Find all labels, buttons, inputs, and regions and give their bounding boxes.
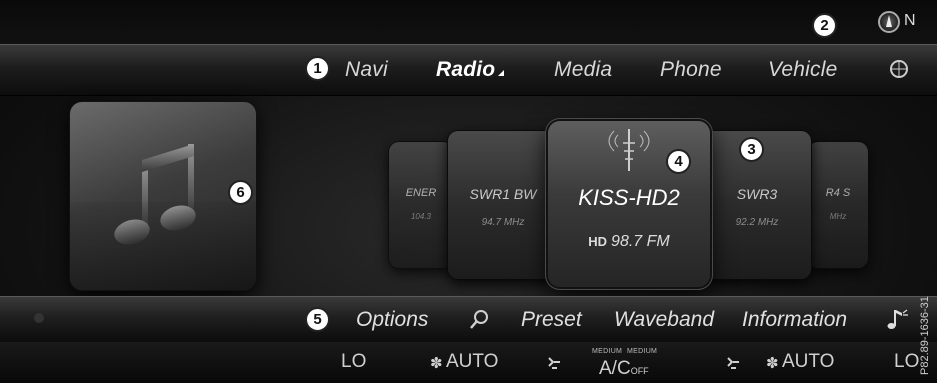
- menu-item-navi[interactable]: Navi: [345, 58, 388, 82]
- callout-marker: 4: [666, 149, 691, 174]
- station-frequency: 94.7 MHz: [481, 217, 525, 228]
- airflow-level-label: MEDIUM: [627, 348, 658, 355]
- station-tile[interactable]: ENER 104.3: [389, 142, 453, 268]
- status-bar: 2 N: [0, 0, 937, 44]
- compass-direction: N: [904, 12, 916, 29]
- indicator-dot: [34, 313, 44, 323]
- station-tile[interactable]: SWR1 BW 94.7 MHz: [448, 131, 558, 279]
- options-bar: 5 Options Preset Waveband Information: [0, 296, 937, 343]
- information-button[interactable]: Information: [742, 308, 847, 332]
- left-fan-mode[interactable]: AUTO: [446, 351, 498, 373]
- search-icon[interactable]: [468, 308, 490, 332]
- menu-item-radio[interactable]: Radio: [436, 58, 505, 82]
- station-name: SWR3: [736, 186, 778, 202]
- right-fan-mode[interactable]: AUTO: [782, 351, 834, 373]
- ac-label: A/C: [599, 358, 631, 379]
- callout-marker: 3: [739, 137, 764, 162]
- ac-state: OFF: [630, 366, 649, 376]
- callout-marker: 5: [305, 307, 330, 332]
- station-name: SWR1 BW: [469, 186, 537, 202]
- station-frequency: MHz: [829, 212, 847, 221]
- station-name: R4 S: [825, 187, 851, 199]
- waveband-button[interactable]: Waveband: [614, 308, 714, 332]
- compass-icon: [878, 11, 900, 33]
- current-station-frequency-row: HD 98.7 FM: [548, 233, 710, 251]
- figure-reference-code: P82.89-1636-31: [919, 296, 931, 375]
- station-name: ENER: [405, 187, 437, 199]
- submenu-caret-icon: [498, 70, 505, 76]
- fan-icon: ✽: [766, 355, 779, 372]
- climate-bar: LO ✽ AUTO MEDIUM MEDIUM A/COFF ✽ AUTO LO: [0, 342, 937, 383]
- menu-item-vehicle[interactable]: Vehicle: [768, 58, 838, 82]
- preset-button[interactable]: Preset: [521, 308, 582, 332]
- station-frequency: 104.3: [410, 212, 432, 221]
- hd-radio-icon: HD: [588, 234, 608, 249]
- options-button[interactable]: Options: [356, 308, 428, 332]
- fan-icon: ✽: [430, 355, 443, 372]
- current-station-tile[interactable]: KISS-HD2 HD 98.7 FM: [548, 121, 710, 287]
- callout-marker: 6: [228, 180, 253, 205]
- menu-item-phone[interactable]: Phone: [660, 58, 722, 82]
- station-tile[interactable]: R4 S MHz: [808, 142, 868, 268]
- airflow-level-label: MEDIUM: [592, 348, 623, 355]
- left-temperature[interactable]: LO: [341, 351, 366, 373]
- right-temperature[interactable]: LO: [894, 351, 919, 373]
- callout-marker: 2: [812, 13, 837, 38]
- infotainment-screen: 2 N 1 Navi Radio Media Phone Vehicle 6 E…: [0, 0, 937, 383]
- air-distribution-icon[interactable]: [724, 354, 742, 372]
- ac-button[interactable]: A/COFF: [599, 358, 649, 380]
- sound-settings-icon[interactable]: [886, 307, 910, 333]
- air-distribution-icon[interactable]: [545, 354, 563, 372]
- album-reflection: [70, 202, 256, 290]
- callout-marker: 1: [305, 56, 330, 81]
- station-frequency: 92.2 MHz: [735, 217, 779, 228]
- menu-item-label: Radio: [436, 58, 496, 81]
- main-menu-bar: 1 Navi Radio Media Phone Vehicle: [0, 44, 937, 96]
- globe-icon[interactable]: [890, 60, 908, 78]
- current-station-name: KISS-HD2: [578, 185, 680, 210]
- menu-item-media[interactable]: Media: [554, 58, 612, 82]
- current-station-frequency: 98.7 FM: [611, 233, 670, 250]
